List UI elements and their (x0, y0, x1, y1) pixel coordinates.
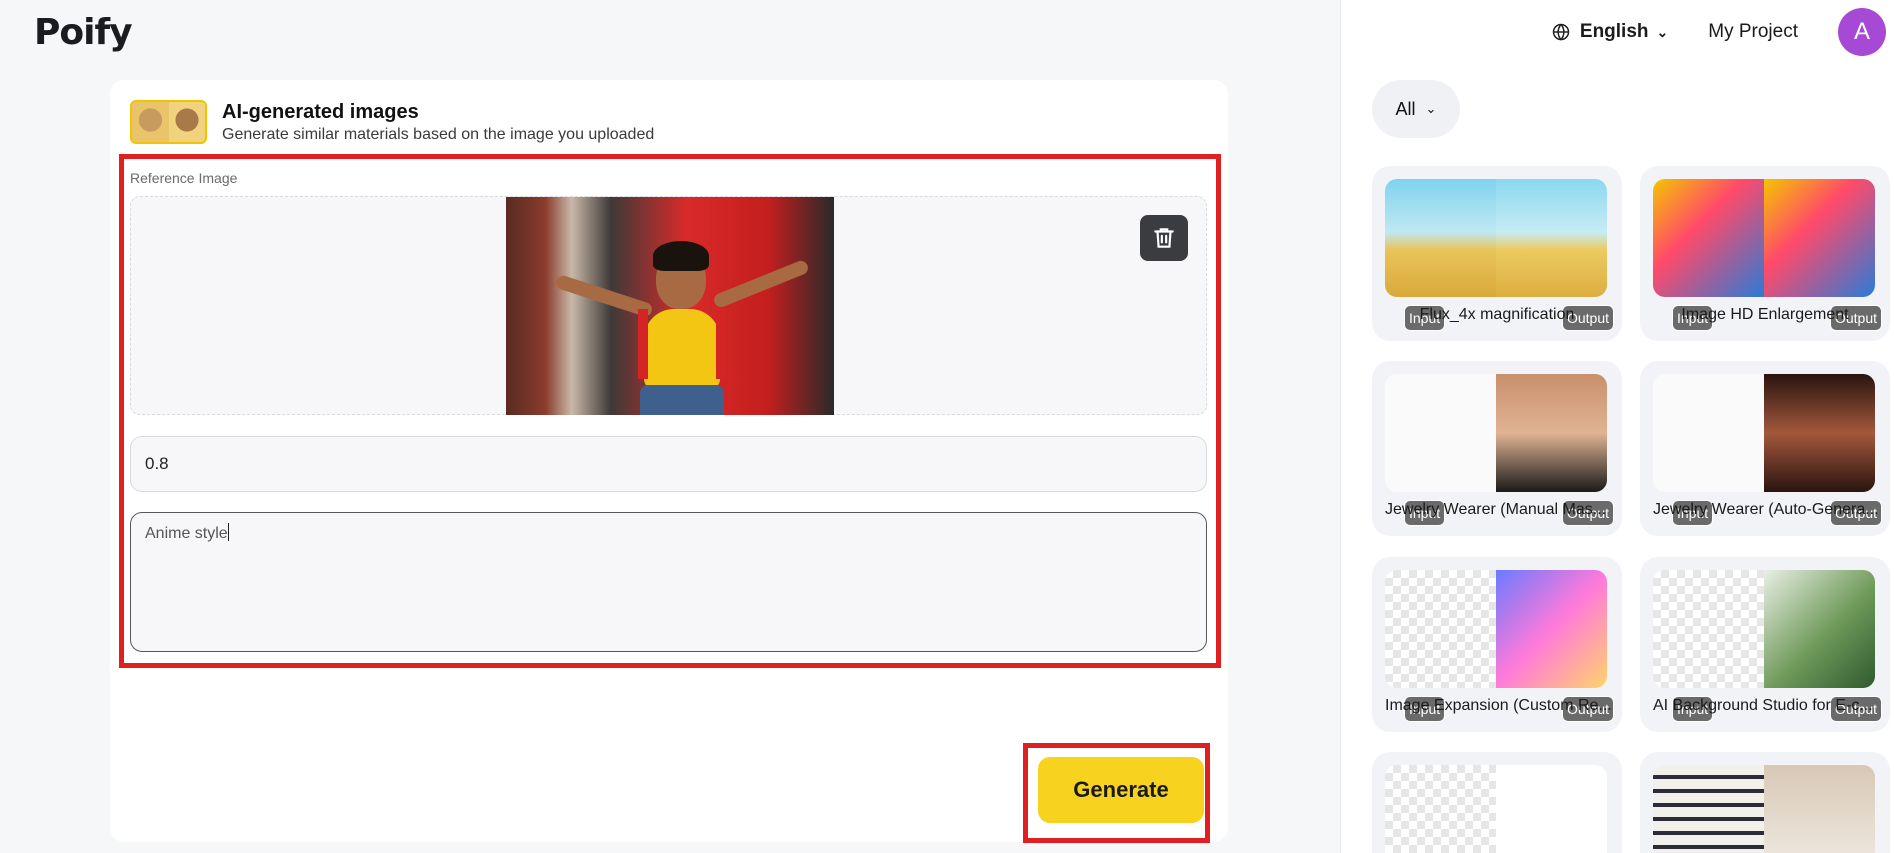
prompt-textarea[interactable]: Anime style (130, 512, 1207, 652)
prompt-value: Anime style (145, 525, 228, 542)
page-title: AI-generated images (222, 101, 419, 123)
tool-card-jewelry-manual[interactable]: Input Output Jewelry Wearer (Manual Mas.… (1372, 361, 1622, 536)
generate-button[interactable]: Generate (1038, 757, 1204, 823)
chevron-down-icon: ⌄ (1425, 101, 1437, 116)
filter-label: All (1395, 98, 1416, 119)
tool-card-jewelry-auto[interactable]: Input Output Jewelry Wearer (Auto-Genera… (1640, 361, 1890, 536)
reference-image-preview (506, 197, 834, 415)
tool-name: AI Background Studio for E-c... (1653, 697, 1873, 714)
language-label: English (1579, 21, 1649, 42)
tool-name: Image HD Enlargement (1681, 306, 1849, 323)
page-subtitle: Generate similar materials based on the … (222, 126, 655, 143)
tool-thumbnail (130, 100, 207, 144)
chevron-down-icon: ⌄ (1656, 23, 1669, 40)
card-header: AI-generated images Generate similar mat… (130, 100, 654, 144)
avatar[interactable]: A (1838, 8, 1886, 56)
reference-image-dropzone[interactable] (130, 196, 1207, 415)
tool-card-sweater[interactable] (1640, 752, 1890, 853)
tools-panel: English ⌄ My Project A All ⌄ Input Outpu… (1340, 0, 1894, 853)
strength-input[interactable]: 0.8 (130, 436, 1207, 492)
language-selector[interactable]: English ⌄ (1552, 21, 1668, 43)
tool-name: Jewelry Wearer (Auto-Genera... (1653, 501, 1879, 518)
tool-card-image-expansion[interactable]: Input Output Image Expansion (Custom Re.… (1372, 557, 1622, 732)
tool-card-background-studio[interactable]: Input Output AI Background Studio for E-… (1640, 557, 1890, 732)
tool-name: Jewelry Wearer (Manual Mas... (1385, 501, 1607, 518)
my-project-link[interactable]: My Project (1708, 21, 1798, 43)
globe-icon (1552, 23, 1570, 41)
tool-card-hd-enlargement[interactable]: Input Output Image HD Enlargement (1640, 166, 1890, 341)
poify-logo[interactable]: Poify (34, 12, 133, 53)
text-caret (227, 523, 229, 541)
delete-image-button[interactable] (1140, 215, 1188, 261)
trash-icon (1154, 228, 1174, 248)
category-filter[interactable]: All ⌄ (1372, 80, 1460, 138)
tool-name: Flux_4x magnification (1419, 306, 1575, 323)
tool-name: Image Expansion (Custom Re... (1385, 697, 1612, 714)
tool-card-serum[interactable] (1372, 752, 1622, 853)
top-bar: English ⌄ My Project A (1552, 0, 1894, 64)
reference-image-label: Reference Image (130, 170, 238, 186)
logo-text: Poify (34, 12, 133, 53)
tool-card-flux[interactable]: Input Output Flux_4x magnification (1372, 166, 1622, 341)
strength-value: 0.8 (145, 454, 169, 473)
